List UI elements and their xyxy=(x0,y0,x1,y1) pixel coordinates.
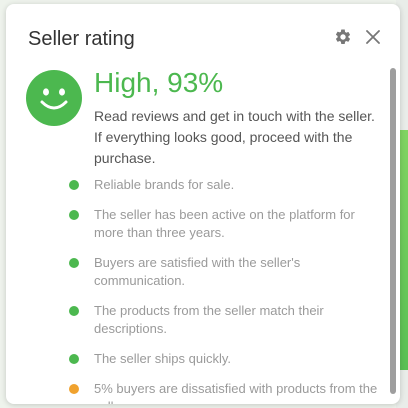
rating-factor-text: Reliable brands for sale. xyxy=(94,177,235,192)
rating-factor-text: The seller ships quickly. xyxy=(94,351,232,366)
close-button[interactable] xyxy=(362,26,384,48)
positive-status-dot xyxy=(69,258,79,268)
popup-title: Seller rating xyxy=(28,28,135,50)
rating-factor-item: Buyers are satisfied with the seller's c… xyxy=(68,254,378,290)
seller-rating-popup: Seller rating High, 93% Read reviews and… xyxy=(6,4,400,404)
rating-label: High, 93% xyxy=(94,67,224,98)
rating-factor-text: 5% buyers are dissatisfied with products… xyxy=(94,381,378,404)
rating-factor-text: Buyers are satisfied with the seller's c… xyxy=(94,255,301,288)
positive-status-dot xyxy=(69,306,79,316)
rating-factor-item: 5% buyers are dissatisfied with products… xyxy=(68,380,378,404)
positive-status-dot xyxy=(69,354,79,364)
positive-status-dot xyxy=(69,180,79,190)
warning-status-dot xyxy=(69,384,79,394)
close-icon xyxy=(366,30,380,44)
rating-factor-text: The seller has been active on the platfo… xyxy=(94,207,355,240)
gear-icon xyxy=(335,29,351,44)
smiley-face-icon xyxy=(26,70,82,126)
rating-summary: Read reviews and get in touch with the s… xyxy=(94,108,375,166)
popup-header: Seller rating xyxy=(6,4,400,68)
rating-factors-list: Reliable brands for sale. The seller has … xyxy=(68,176,378,404)
rating-factor-item: The seller has been active on the platfo… xyxy=(68,206,378,242)
rating-factor-item: The products from the seller match their… xyxy=(68,302,378,338)
rating-factor-item: The seller ships quickly. xyxy=(68,350,378,368)
rating-factor-item: Reliable brands for sale. xyxy=(68,176,378,194)
popup-content: High, 93% Read reviews and get in touch … xyxy=(6,66,400,404)
positive-status-dot xyxy=(69,210,79,220)
rating-factor-text: The products from the seller match their… xyxy=(94,303,324,336)
settings-button[interactable] xyxy=(332,26,354,48)
scrollbar[interactable] xyxy=(390,68,396,394)
